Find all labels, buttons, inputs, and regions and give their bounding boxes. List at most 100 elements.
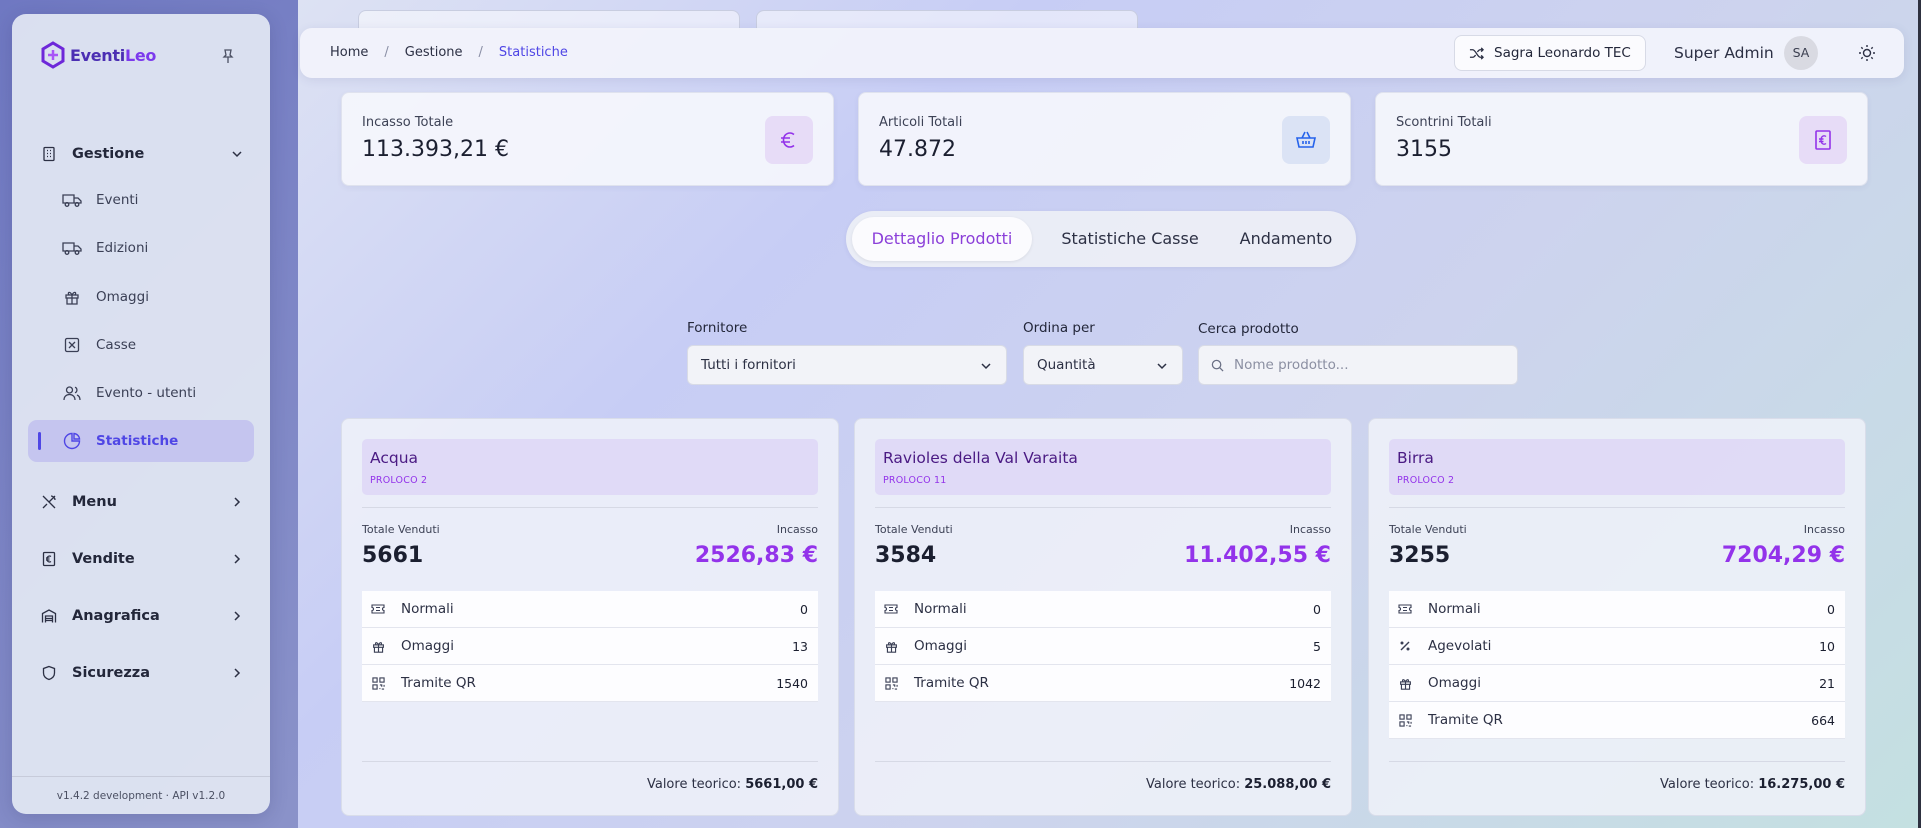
utensils-icon: [40, 493, 58, 511]
breakdown-list: Normali 0 Agevolati 10 Omaggi 21 Tramite…: [1389, 591, 1845, 739]
gift-icon: [883, 638, 899, 654]
order-label: Ordina per: [1023, 320, 1095, 336]
sidebar-group-menu[interactable]: Menu: [28, 484, 254, 520]
list-item: Omaggi 13: [362, 628, 818, 665]
tab-statistiche-casse[interactable]: Statistiche Casse: [1042, 217, 1218, 261]
row-value: 0: [1313, 601, 1321, 617]
sidebar-group-label: Anagrafica: [72, 608, 160, 624]
divider: [1389, 507, 1845, 508]
product-header: Ravioles della Val Varaita PROLOCO 11: [875, 439, 1331, 495]
kpi-scontrini-totali: Scontrini Totali 3155: [1375, 92, 1868, 186]
sidebar-item-statistiche[interactable]: Statistiche: [28, 420, 254, 462]
breadcrumb-gestione[interactable]: Gestione: [405, 45, 463, 60]
sidebar-item-evento-utenti[interactable]: Evento - utenti: [28, 372, 266, 414]
chevron-down-icon: [232, 151, 242, 158]
sidebar-group-label: Menu: [72, 494, 117, 510]
search-input[interactable]: Nome prodotto...: [1198, 345, 1518, 385]
basket-icon: [1282, 116, 1330, 164]
sidebar-item-label: Edizioni: [96, 240, 149, 256]
sidebar-item-eventi[interactable]: Eventi: [28, 179, 266, 221]
row-label: Tramite QR: [401, 675, 476, 691]
product-card: Acqua PROLOCO 2 Totale Venduti Incasso 5…: [341, 418, 839, 816]
sidebar-group-anagrafica[interactable]: Anagrafica: [28, 598, 254, 634]
product-name: Birra: [1397, 449, 1434, 467]
sidebar-group-gestione[interactable]: Gestione: [28, 136, 254, 172]
qr-icon: [883, 675, 899, 691]
revenue-value: 11.402,55 €: [1184, 543, 1331, 568]
sidebar-item-label: Eventi: [96, 192, 139, 208]
sidebar-group-label: Sicurezza: [72, 665, 150, 681]
stats-tabs: Dettaglio Prodotti Statistiche Casse And…: [846, 211, 1356, 267]
ticket-icon: [883, 601, 899, 617]
product-header: Acqua PROLOCO 2: [362, 439, 818, 495]
sidebar: EventiLeo Gestione Eventi Edizioni Omagg…: [12, 14, 270, 814]
list-item: Omaggi 21: [1389, 665, 1845, 702]
qr-icon: [370, 675, 386, 691]
row-label: Omaggi: [914, 638, 967, 654]
kpi-value: 3155: [1396, 137, 1452, 162]
tab-dettaglio-prodotti[interactable]: Dettaglio Prodotti: [852, 217, 1032, 261]
row-value: 1042: [1289, 675, 1321, 691]
truck-icon: [62, 191, 82, 209]
sidebar-group-label: Gestione: [72, 146, 145, 162]
row-value: 1540: [776, 675, 808, 691]
search-placeholder: Nome prodotto...: [1234, 357, 1349, 373]
theoretical-value: Valore teorico: 16.275,00 €: [1659, 777, 1845, 792]
product-name: Acqua: [370, 449, 419, 467]
pin-icon[interactable]: [220, 48, 236, 64]
sun-icon[interactable]: [1858, 44, 1876, 62]
order-select[interactable]: Quantità: [1023, 345, 1183, 385]
sold-label: Totale Venduti: [875, 523, 953, 536]
ticket-icon: [1397, 601, 1413, 617]
version-label: v1.4.2 development · API v1.2.0: [12, 776, 270, 814]
row-label: Normali: [914, 601, 967, 617]
supplier-select[interactable]: Tutti i fornitori: [687, 345, 1007, 385]
sidebar-group-vendite[interactable]: Vendite: [28, 541, 254, 577]
list-item: Normali 0: [362, 591, 818, 628]
revenue-label: Incasso: [1289, 523, 1331, 536]
breakdown-list: Normali 0 Omaggi 5 Tramite QR 1042: [875, 591, 1331, 702]
chevron-right-icon: [234, 668, 241, 678]
chevron-right-icon: [234, 497, 241, 507]
row-label: Tramite QR: [914, 675, 989, 691]
breadcrumb-home[interactable]: Home: [330, 45, 368, 60]
row-label: Normali: [1428, 601, 1481, 617]
truck-icon: [62, 239, 82, 257]
row-label: Omaggi: [401, 638, 454, 654]
event-switch-button[interactable]: Sagra Leonardo TEC: [1454, 35, 1646, 71]
breakdown-list: Normali 0 Omaggi 13 Tramite QR 1540: [362, 591, 818, 702]
logo-icon: [41, 41, 65, 69]
sidebar-item-casse[interactable]: Casse: [28, 324, 266, 366]
product-vendor: PROLOCO 11: [883, 475, 947, 486]
register-icon: [62, 336, 82, 354]
revenue-label: Incasso: [776, 523, 818, 536]
breadcrumb-separator: /: [478, 45, 483, 60]
sidebar-group-sicurezza[interactable]: Sicurezza: [28, 655, 254, 691]
tab-andamento[interactable]: Andamento: [1226, 217, 1346, 261]
divider: [875, 507, 1331, 508]
logo-text: EventiLeo: [70, 45, 157, 65]
avatar[interactable]: SA: [1784, 36, 1818, 70]
sidebar-item-omaggi[interactable]: Omaggi: [28, 276, 266, 318]
sidebar-item-label: Statistiche: [96, 433, 179, 449]
sidebar-item-label: Omaggi: [96, 289, 149, 305]
sidebar-item-edizioni[interactable]: Edizioni: [28, 227, 266, 269]
list-item: Tramite QR 1540: [362, 665, 818, 702]
sold-value: 5661: [362, 543, 424, 568]
user-name[interactable]: Super Admin: [1674, 44, 1774, 62]
list-item: Normali 0: [1389, 591, 1845, 628]
product-header: Birra PROLOCO 2: [1389, 439, 1845, 495]
users-icon: [62, 384, 82, 402]
product-vendor: PROLOCO 2: [370, 475, 428, 486]
list-item: Tramite QR 664: [1389, 702, 1845, 739]
gift-icon: [1397, 675, 1413, 691]
chevron-right-icon: [234, 554, 241, 564]
chevron-right-icon: [234, 611, 241, 621]
chevron-down-icon: [1157, 363, 1167, 370]
supplier-label: Fornitore: [687, 320, 748, 336]
scrolled-filter-bar: [358, 10, 1138, 30]
active-indicator: [38, 432, 41, 450]
app-logo[interactable]: EventiLeo: [38, 40, 156, 70]
divider: [1389, 761, 1845, 762]
receipt-euro-icon: [40, 550, 58, 568]
